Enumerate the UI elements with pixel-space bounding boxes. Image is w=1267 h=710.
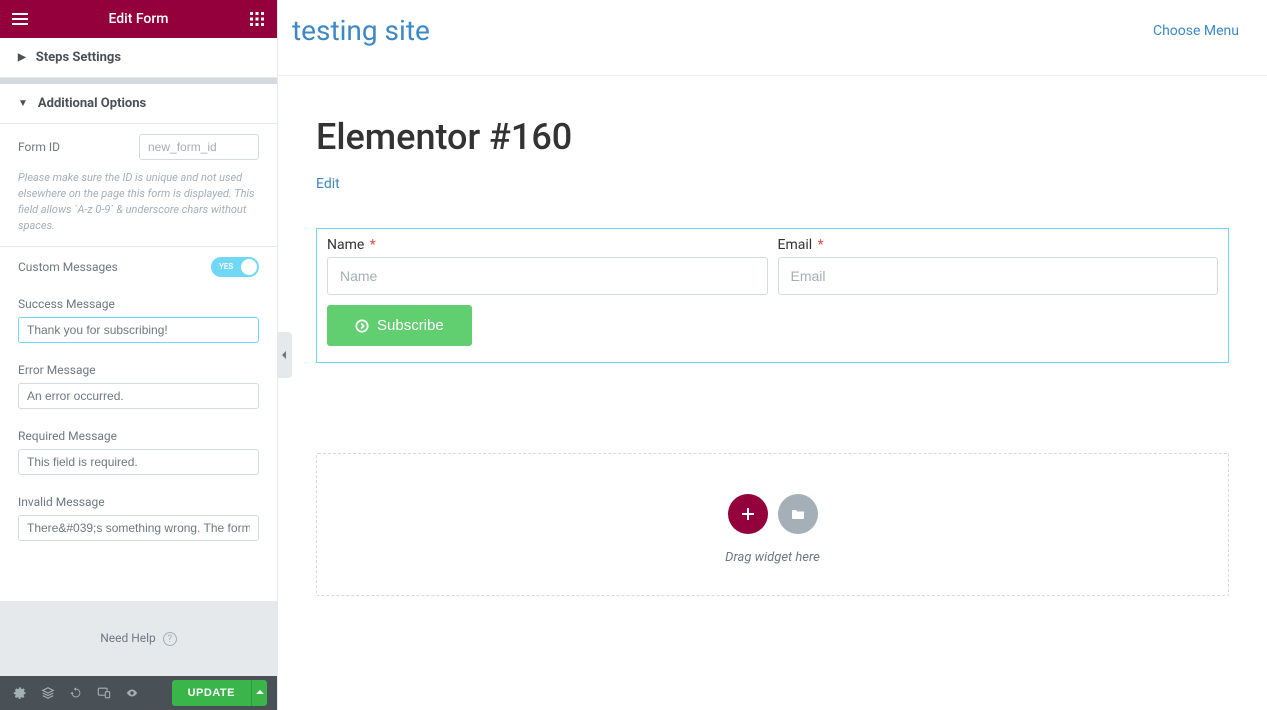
choose-menu-link[interactable]: Choose Menu — [1153, 23, 1239, 39]
page-title: Elementor #160 — [316, 116, 1229, 158]
page-body: Elementor #160 Edit Name * Email * — [278, 76, 1267, 636]
navigator-icon[interactable] — [34, 676, 62, 710]
name-input[interactable] — [327, 257, 768, 295]
caret-right-icon: ▶ — [18, 52, 26, 63]
name-label-text: Name — [327, 237, 364, 253]
error-message-label: Error Message — [18, 363, 259, 377]
settings-icon[interactable] — [6, 676, 34, 710]
form-widget[interactable]: Name * Email * Subscr — [316, 228, 1229, 363]
preview-icon[interactable] — [118, 676, 146, 710]
add-section-button[interactable] — [728, 494, 768, 534]
custom-messages-label: Custom Messages — [18, 260, 118, 274]
custom-messages-toggle[interactable]: YES — [211, 257, 259, 277]
panel-collapse-handle[interactable] — [278, 332, 292, 378]
folder-icon — [790, 506, 806, 522]
history-icon[interactable] — [62, 676, 90, 710]
form-id-help: Please make sure the ID is unique and no… — [0, 170, 277, 246]
edit-link[interactable]: Edit — [316, 176, 340, 192]
control-invalid-message: Invalid Message — [0, 485, 277, 551]
need-help-label: Need Help — [100, 631, 156, 645]
required-asterisk: * — [818, 237, 824, 253]
menu-icon[interactable] — [12, 11, 28, 27]
section-steps-settings[interactable]: ▶ Steps Settings — [0, 38, 277, 78]
drop-section[interactable]: Drag widget here — [316, 453, 1229, 596]
toggle-knob-icon — [241, 259, 257, 275]
control-form-id: Form ID — [0, 124, 277, 170]
invalid-message-label: Invalid Message — [18, 495, 259, 509]
subscribe-button[interactable]: Subscribe — [327, 305, 472, 346]
plus-icon — [740, 506, 756, 522]
add-template-button[interactable] — [778, 494, 818, 534]
site-title[interactable]: testing site — [292, 14, 430, 47]
success-message-input[interactable] — [18, 317, 259, 343]
caret-down-icon: ▼ — [18, 98, 28, 109]
panel-body: ▶ Steps Settings ▼ Additional Options Fo… — [0, 38, 277, 676]
panel-footer: UPDATE — [0, 676, 277, 710]
section-label: Steps Settings — [36, 50, 121, 65]
update-dropdown[interactable] — [251, 680, 267, 706]
question-icon: ? — [163, 632, 177, 646]
success-message-label: Success Message — [18, 297, 259, 311]
panel-title: Edit Form — [28, 11, 249, 27]
email-input[interactable] — [778, 257, 1219, 295]
form-id-label: Form ID — [18, 140, 60, 154]
required-message-input[interactable] — [18, 449, 259, 475]
required-asterisk: * — [370, 237, 376, 253]
email-label: Email * — [778, 237, 1219, 253]
control-error-message: Error Message — [0, 353, 277, 419]
form-id-input[interactable] — [139, 134, 259, 160]
control-success-message: Success Message — [0, 287, 277, 353]
responsive-icon[interactable] — [90, 676, 118, 710]
required-message-label: Required Message — [18, 429, 259, 443]
arrow-circle-icon — [355, 319, 369, 333]
preview-area: testing site Choose Menu Elementor #160 … — [278, 0, 1267, 710]
editor-panel: Edit Form ▶ Steps Settings ▼ Additional … — [0, 0, 278, 710]
update-button[interactable]: UPDATE — [172, 680, 251, 706]
invalid-message-input[interactable] — [18, 515, 259, 541]
drop-hint: Drag widget here — [317, 550, 1228, 565]
panel-header: Edit Form — [0, 0, 277, 38]
section-label: Additional Options — [38, 96, 146, 111]
error-message-input[interactable] — [18, 383, 259, 409]
need-help[interactable]: Need Help ? — [0, 601, 277, 676]
control-custom-messages: Custom Messages YES — [0, 247, 277, 287]
section-additional-options[interactable]: ▼ Additional Options — [0, 84, 277, 124]
toggle-yes-text: YES — [219, 257, 233, 277]
name-label: Name * — [327, 237, 768, 253]
subscribe-label: Subscribe — [377, 317, 444, 334]
apps-grid-icon[interactable] — [249, 11, 265, 27]
email-label-text: Email — [778, 237, 813, 253]
control-required-message: Required Message — [0, 419, 277, 485]
site-header: testing site Choose Menu — [278, 0, 1267, 76]
